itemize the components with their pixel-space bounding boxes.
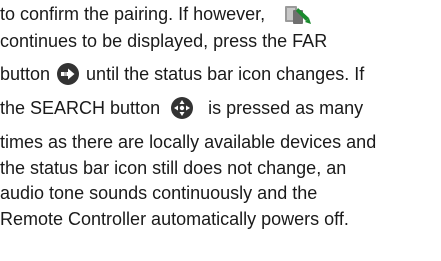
text-line-1: to confirm the pairing. If however, [0, 2, 313, 26]
text-line-3-text-b: until the status bar icon changes. If [86, 64, 365, 85]
text-line-1-text: to confirm the pairing. If however, [0, 4, 266, 25]
search-button-icon [170, 96, 194, 120]
text-line-5-text: times as there are locally available dev… [0, 132, 377, 153]
text-line-3-text-a: button [0, 64, 51, 85]
manual-page: to confirm the pairing. If however, cont… [0, 0, 441, 261]
status-bar-pairing-icon [283, 2, 313, 26]
text-line-7: audio tone sounds continuously and the [0, 181, 317, 203]
text-line-8-text: Remote Controller automatically powers o… [0, 209, 349, 230]
text-line-3: button until the status bar icon changes… [0, 62, 365, 86]
text-line-7-text: audio tone sounds continuously and the [0, 183, 318, 204]
text-line-4-text-a: the SEARCH button [0, 98, 161, 119]
text-line-5: times as there are locally available dev… [0, 130, 376, 152]
text-line-8: Remote Controller automatically powers o… [0, 207, 349, 229]
text-line-2-text: continues to be displayed, press the FAR [0, 31, 328, 52]
text-line-6-text: the status bar icon still does not chang… [0, 158, 347, 179]
text-line-2: continues to be displayed, press the FAR [0, 29, 327, 51]
text-line-6: the status bar icon still does not chang… [0, 156, 346, 178]
far-button-icon [56, 62, 80, 86]
text-line-4: the SEARCH button is pressed as many [0, 96, 364, 120]
text-line-4-text-b: is pressed as many [208, 98, 364, 119]
